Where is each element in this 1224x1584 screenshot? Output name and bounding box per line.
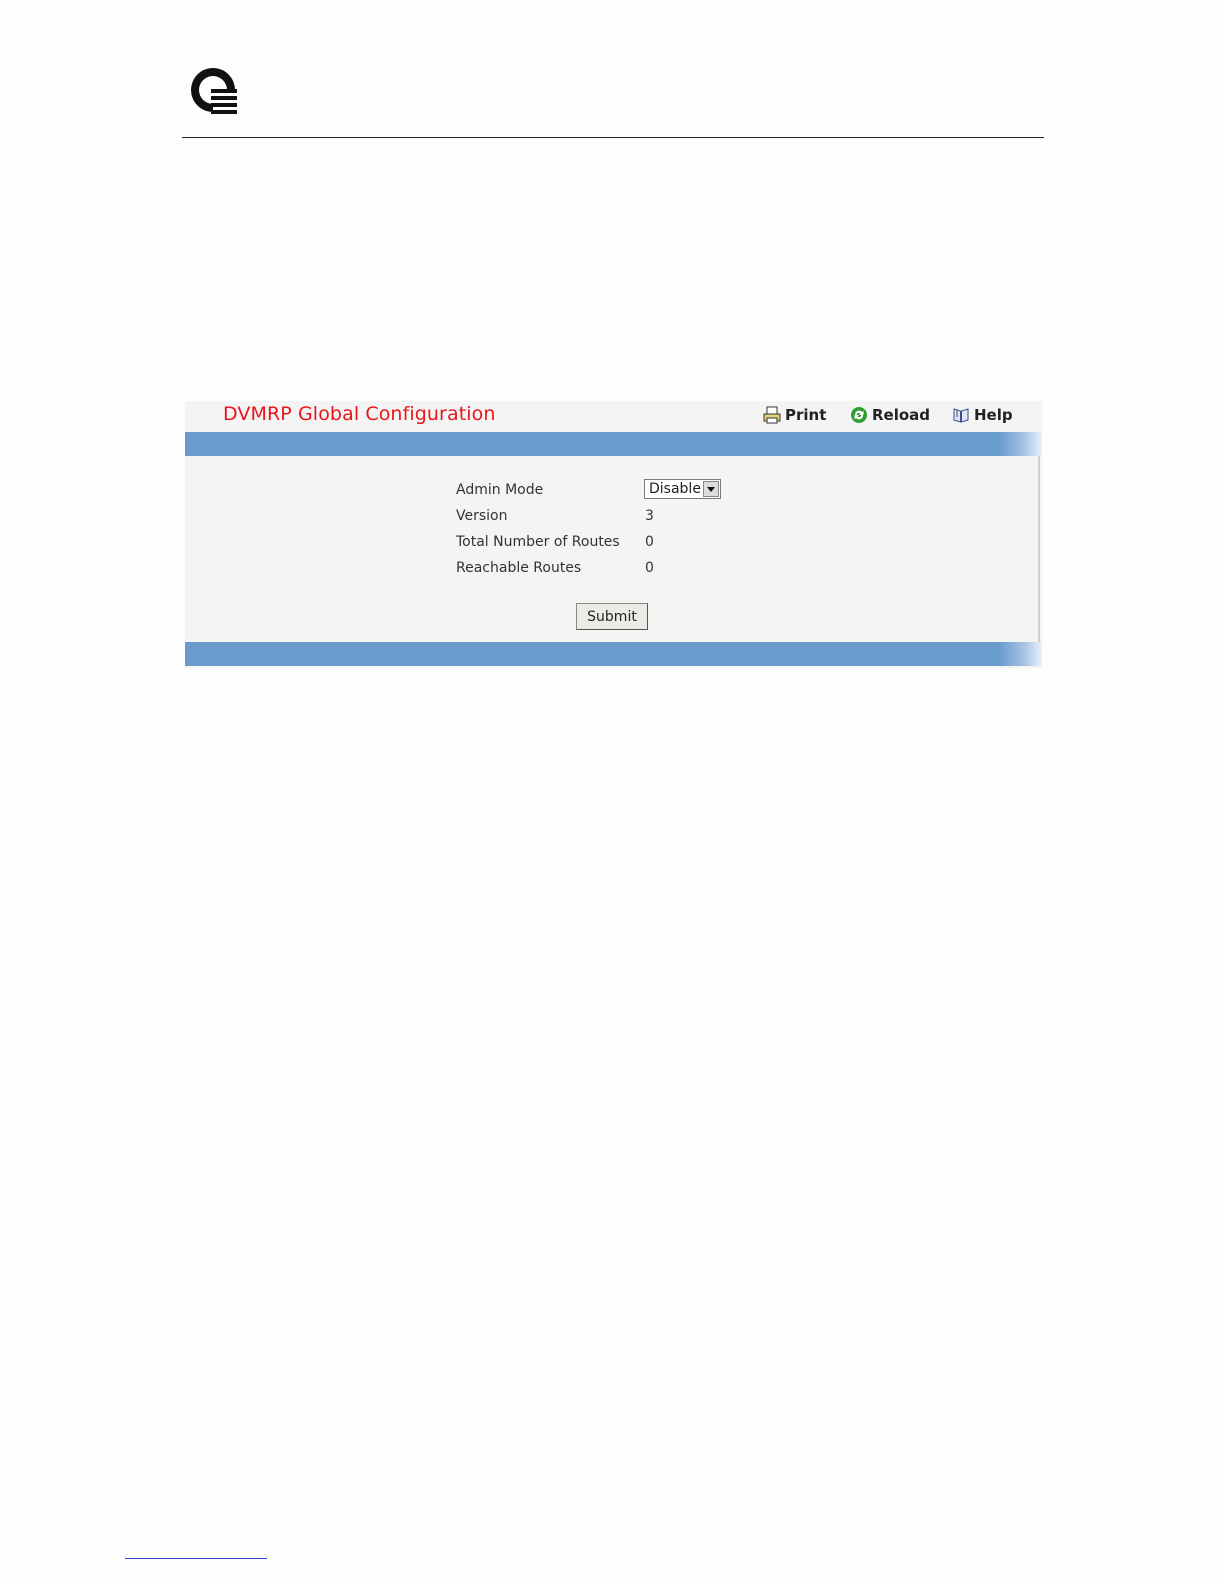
- reload-button[interactable]: Reload: [850, 406, 930, 424]
- admin-mode-label: Admin Mode: [456, 482, 544, 498]
- header-band: [185, 432, 1042, 456]
- footer-link-underline[interactable]: [125, 1558, 267, 1559]
- footer-band: [185, 642, 1042, 666]
- reachable-routes-value: 0: [645, 560, 654, 576]
- company-logo-icon: [191, 68, 237, 114]
- help-label: Help: [974, 406, 1013, 424]
- help-book-icon: [953, 408, 969, 423]
- admin-mode-select[interactable]: Disable: [644, 479, 721, 499]
- reload-label: Reload: [872, 406, 931, 424]
- print-label: Print: [785, 406, 827, 424]
- chevron-down-icon[interactable]: [703, 481, 719, 497]
- version-value: 3: [645, 508, 654, 524]
- reload-icon: [851, 407, 867, 423]
- page-title: DVMRP Global Configuration: [223, 403, 496, 425]
- help-button[interactable]: Help: [952, 406, 1013, 424]
- admin-mode-value: Disable: [649, 481, 701, 497]
- submit-button[interactable]: Submit: [576, 603, 648, 630]
- print-button[interactable]: Print: [763, 406, 826, 424]
- total-routes-value: 0: [645, 534, 654, 550]
- header-divider: [182, 137, 1044, 138]
- total-routes-label: Total Number of Routes: [456, 534, 620, 550]
- config-panel: DVMRP Global Configuration Print Reload: [185, 401, 1042, 668]
- page: DVMRP Global Configuration Print Reload: [0, 0, 1224, 1584]
- version-label: Version: [456, 508, 508, 524]
- form-content: Admin Mode Disable Version 3 Total Numbe…: [185, 456, 1040, 642]
- printer-icon: [763, 406, 781, 424]
- reachable-routes-label: Reachable Routes: [456, 560, 582, 576]
